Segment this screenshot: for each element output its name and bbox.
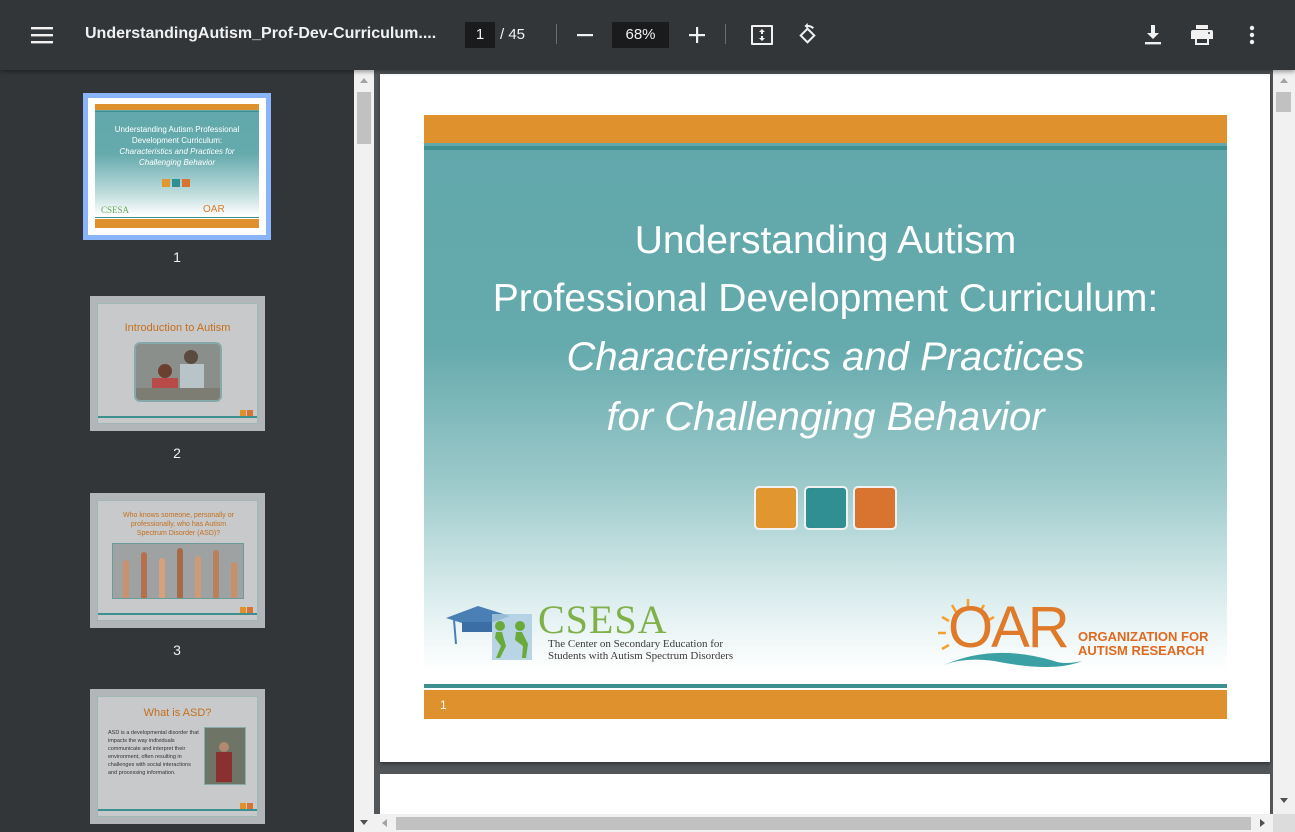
thumbnail-csesa-logo: CSESA	[101, 205, 130, 215]
pdf-viewer[interactable]: Understanding Autism Professional Develo…	[374, 70, 1273, 814]
sidebar-scrollbar[interactable]	[354, 70, 374, 832]
slide-top-line	[424, 146, 1227, 150]
thumbnail-image: Introduction to Autism	[90, 296, 265, 431]
csesa-wordmark: CSESA	[538, 597, 668, 642]
thumbnail-title: Understanding Autism Professional Develo…	[114, 125, 240, 145]
viewer-horizontal-scroll-thumb[interactable]	[396, 817, 1251, 830]
slide-bottom-band	[424, 690, 1227, 719]
thumbnail-number: 3	[173, 642, 181, 658]
rotate-button[interactable]	[793, 21, 821, 49]
graduation-cap-figures-icon	[446, 606, 532, 660]
download-button[interactable]	[1139, 21, 1167, 49]
more-options-button[interactable]	[1238, 21, 1266, 49]
page-number-input[interactable]: 1	[465, 22, 495, 48]
viewer-vertical-scroll-thumb[interactable]	[1276, 92, 1291, 112]
slide: Understanding Autism Professional Develo…	[424, 115, 1227, 719]
thumbnail-image: What is ASD? ASD is a developmental diso…	[90, 689, 265, 824]
download-icon	[1145, 25, 1161, 45]
thumbnail-oar-logo: OAR	[203, 204, 225, 215]
thumbnail-image: Understanding Autism Professional Develo…	[83, 93, 271, 240]
csesa-tagline-2: Students with Autism Spectrum Disorders	[548, 650, 734, 662]
sidebar-scroll-thumb[interactable]	[357, 92, 371, 144]
viewer-vertical-scrollbar[interactable]	[1273, 70, 1295, 814]
thumbnail-title: Introduction to Autism	[124, 322, 231, 334]
slide-subtitle-line-1: Characteristics and Practices	[566, 335, 1085, 379]
toolbar-divider	[556, 24, 557, 44]
pdf-page-1: Understanding Autism Professional Develo…	[380, 74, 1270, 762]
rotate-icon	[799, 23, 816, 44]
decorative-square-orange	[754, 486, 798, 530]
oar-tagline-1: ORGANIZATION FOR	[1078, 629, 1209, 644]
pdf-page-2	[380, 774, 1270, 814]
fit-to-page-button[interactable]	[748, 21, 776, 49]
slide-page-number: 1	[440, 698, 447, 712]
csesa-tagline-1: The Center on Secondary Education for	[548, 638, 724, 650]
scroll-up-arrow-icon[interactable]	[360, 78, 368, 83]
thumbnail-number: 1	[173, 249, 181, 265]
scroll-down-arrow-icon[interactable]	[360, 820, 368, 825]
slide-top-band	[424, 115, 1227, 143]
zoom-level-input[interactable]: 68%	[612, 22, 669, 48]
more-vert-icon	[1249, 25, 1255, 45]
decorative-square-darkorange	[853, 486, 897, 530]
oar-wordmark: OAR	[948, 595, 1070, 660]
page-total: / 45	[500, 26, 526, 43]
scroll-down-arrow-icon[interactable]	[1280, 798, 1288, 803]
viewer-horizontal-scrollbar[interactable]	[374, 814, 1273, 832]
thumbnail-image: Who knows someone, personally or profess…	[90, 493, 265, 628]
toolbar-divider	[725, 24, 726, 44]
zoom-in-button[interactable]	[683, 20, 711, 50]
scrollbar-corner	[1273, 814, 1295, 832]
scroll-up-arrow-icon[interactable]	[1280, 78, 1288, 83]
print-icon	[1191, 25, 1213, 45]
oar-tagline-2: AUTISM RESEARCH	[1078, 643, 1205, 658]
thumbnail-number: 2	[173, 445, 181, 461]
slide-subtitle-line-2: for Challenging Behavior	[606, 395, 1045, 439]
slide-title-line-2: Professional Development Curriculum:	[492, 277, 1159, 320]
zoom-out-button[interactable]	[571, 20, 599, 50]
pdf-toolbar: UnderstandingAutism_Prof-Dev-Curriculum.…	[0, 0, 1295, 70]
scroll-right-arrow-icon[interactable]	[1260, 819, 1265, 827]
slide-title-line-1: Understanding Autism	[634, 219, 1017, 262]
csesa-logo: CSESA The Center on Secondary Education …	[444, 597, 744, 672]
thumbnail-title: Who knows someone, personally or profess…	[123, 512, 234, 537]
scroll-left-arrow-icon[interactable]	[382, 819, 387, 827]
minus-icon	[577, 34, 593, 37]
oar-logo: OAR ORGANIZATION FOR AUTISM RESEARCH	[934, 595, 1224, 675]
hamburger-menu-icon[interactable]	[24, 17, 60, 53]
document-title: UnderstandingAutism_Prof-Dev-Curriculum.…	[85, 25, 437, 42]
print-button[interactable]	[1188, 21, 1216, 49]
thumbnail-title: What is ASD?	[143, 707, 212, 719]
fit-to-page-icon	[751, 25, 773, 45]
decorative-square-teal	[804, 486, 848, 530]
thumbnail-subtitle: Characteristics and Practices for Challe…	[119, 147, 235, 167]
plus-icon	[689, 27, 705, 43]
thumbnail-sidebar: Understanding Autism Professional Develo…	[0, 70, 354, 832]
slide-bottom-line	[424, 684, 1227, 688]
thumbnail-body: ASD is a developmental disorder that imp…	[108, 730, 199, 776]
